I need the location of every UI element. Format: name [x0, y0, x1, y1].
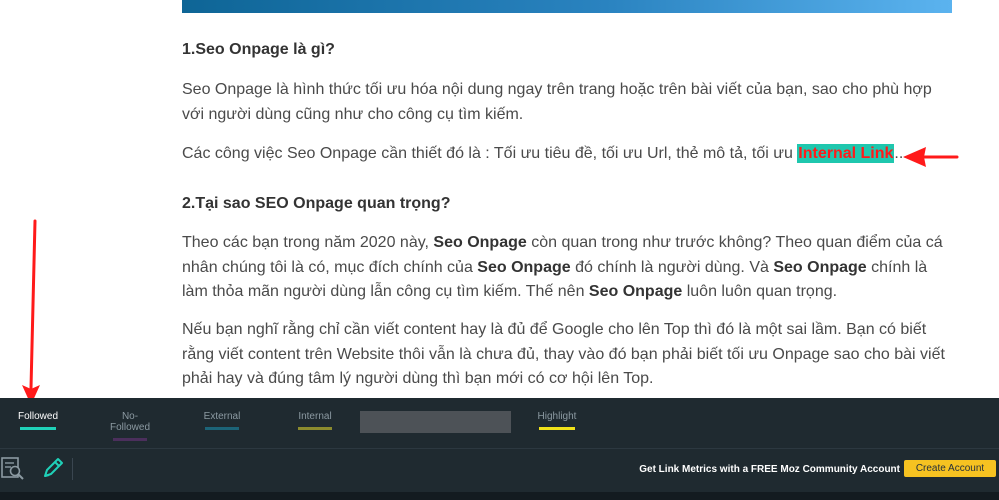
heading-what-is-seo-onpage: 1.Seo Onpage là gì?	[182, 41, 335, 58]
create-account-button[interactable]: Create Account	[904, 460, 996, 477]
paragraph-tasks: Các công việc Seo Onpage cần thiết đó là…	[182, 142, 952, 167]
legend-label: External	[203, 411, 241, 422]
article-banner-image	[182, 0, 952, 13]
legend-empty-slot	[360, 411, 511, 433]
mozbar-tools: Get Link Metrics with a FREE Moz Communi…	[0, 449, 999, 500]
bold-seo-onpage: Seo Onpage	[433, 234, 527, 251]
legend-external[interactable]: External	[203, 411, 241, 430]
cta-message: Get Link Metrics with a FREE Moz Communi…	[639, 464, 900, 475]
legend-label: Highlight	[537, 411, 577, 422]
tasks-text: Các công việc Seo Onpage cần thiết đó là…	[182, 145, 798, 162]
arrow-to-followed	[22, 219, 40, 405]
text-fragment: luôn luôn quan trọng.	[682, 283, 838, 300]
legend-highlight[interactable]: Highlight	[537, 411, 577, 430]
legend-label: No-Followed	[109, 411, 151, 433]
bold-seo-onpage: Seo Onpage	[477, 258, 571, 276]
legend-swatch	[298, 427, 332, 430]
paragraph-definition: Seo Onpage là hình thức tối ưu hóa nội d…	[182, 81, 932, 123]
internal-link-highlight[interactable]: Internal Link	[797, 144, 895, 163]
legend-internal[interactable]: Internal	[297, 411, 333, 430]
legend-swatch	[113, 438, 147, 441]
mozbar-toolbar: Followed No-Followed External Internal H…	[0, 398, 999, 500]
legend-label: Followed	[18, 411, 59, 422]
legend-swatch	[20, 427, 56, 430]
tasks-ellipsis: ...	[894, 145, 908, 162]
legend-label: Internal	[298, 411, 332, 422]
paragraph-content-advice: Nếu bạn nghĩ rằng chỉ cần viết content h…	[182, 321, 945, 387]
text-fragment: đó chính là người dùng. Và	[570, 258, 774, 276]
toolbar-separator	[72, 458, 73, 480]
bold-seo-onpage: Seo Onpage	[588, 283, 683, 300]
text-fragment: Theo các bạn trong năm 2020 này,	[182, 234, 434, 251]
paragraph-importance: Theo các bạn trong năm 2020 này, Seo Onp…	[182, 231, 952, 305]
link-legend: Followed No-Followed External Internal H…	[0, 398, 999, 448]
legend-followed[interactable]: Followed	[18, 411, 58, 430]
page-analysis-icon[interactable]	[0, 455, 26, 481]
legend-no-followed[interactable]: No-Followed	[102, 411, 158, 441]
bold-seo-onpage: Seo Onpage	[773, 258, 867, 276]
highlight-pencil-icon[interactable]	[40, 455, 66, 481]
bottom-strip	[0, 492, 999, 500]
legend-swatch	[539, 427, 575, 430]
legend-swatch	[205, 427, 239, 430]
heading-why-important: 2.Tại sao SEO Onpage quan trọng?	[182, 195, 451, 212]
